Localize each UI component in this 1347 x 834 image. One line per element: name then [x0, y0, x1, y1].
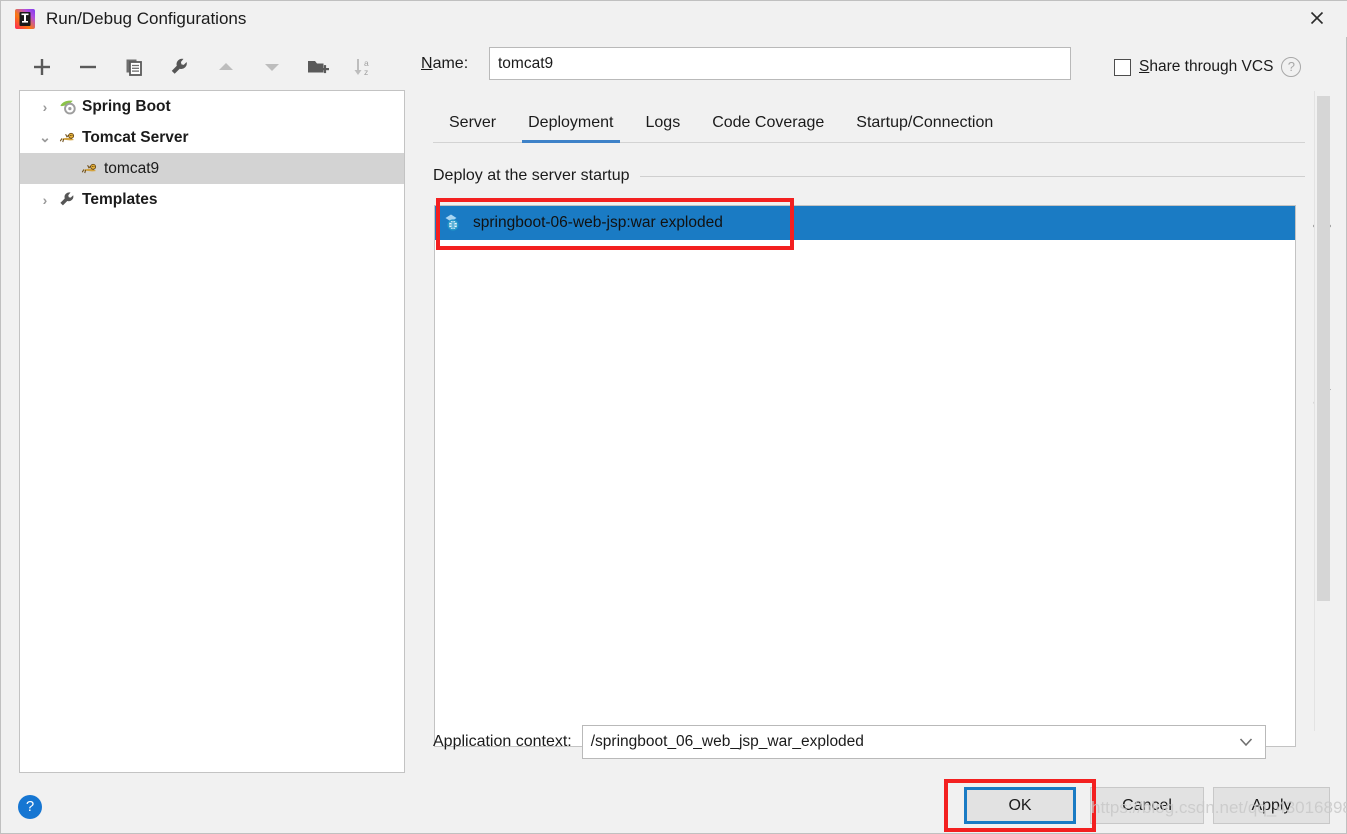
- tab-label: Startup/Connection: [856, 114, 994, 131]
- tree-node-spring-boot[interactable]: › Spring Boot: [20, 91, 404, 122]
- ok-button[interactable]: OK: [964, 787, 1076, 824]
- tab-logs[interactable]: Logs: [630, 114, 697, 142]
- share-through-vcs-label[interactable]: Share through VCS: [1139, 58, 1273, 76]
- tab-server[interactable]: Server: [433, 114, 512, 142]
- artifact-icon: [443, 212, 465, 234]
- chevron-down-icon[interactable]: ⌄: [34, 129, 56, 147]
- deploy-section-title: Deploy at the server startup: [433, 167, 630, 184]
- cancel-button-label: Cancel: [1122, 796, 1172, 814]
- apply-button[interactable]: Apply: [1213, 787, 1330, 824]
- ok-button-label: OK: [1008, 796, 1032, 814]
- list-item[interactable]: springboot-06-web-jsp:war exploded: [435, 206, 1295, 240]
- spring-boot-icon: [56, 97, 78, 117]
- tree-node-label: Spring Boot: [82, 97, 171, 115]
- name-label: Name:: [421, 55, 489, 73]
- configuration-editor-pane: Name: Server Deployment Logs Code Covera…: [421, 41, 1331, 771]
- tree-node-tomcat9[interactable]: tomcat9: [20, 153, 404, 184]
- tree-node-label: Tomcat Server: [82, 128, 189, 146]
- application-context-value: /springboot_06_web_jsp_war_exploded: [590, 733, 864, 750]
- tab-startup-connection[interactable]: Startup/Connection: [840, 114, 1009, 142]
- sort-alphabetically-button[interactable]: a z: [351, 54, 377, 80]
- application-context-combobox[interactable]: /springboot_06_web_jsp_war_exploded: [581, 725, 1266, 759]
- editor-pane-scrollbar[interactable]: [1314, 91, 1330, 731]
- add-configuration-button[interactable]: [29, 54, 55, 80]
- name-label-mnemonic: N: [421, 54, 433, 72]
- create-folder-button[interactable]: [305, 54, 331, 80]
- name-row: Name:: [421, 47, 1071, 80]
- share-through-vcs-row: Share through VCS ?: [1114, 54, 1347, 80]
- tab-label: Code Coverage: [712, 114, 825, 131]
- configuration-tabs: Server Deployment Logs Code Coverage Sta…: [433, 103, 1305, 143]
- name-label-rest: ame:: [432, 54, 469, 72]
- chevron-right-icon[interactable]: ›: [34, 98, 56, 116]
- intellij-idea-logo-icon: [13, 7, 37, 31]
- close-icon[interactable]: [1294, 1, 1340, 35]
- share-vcs-rest: hare through VCS: [1149, 58, 1274, 75]
- remove-configuration-button[interactable]: [75, 54, 101, 80]
- help-icon[interactable]: ?: [1281, 57, 1302, 77]
- chevron-right-icon[interactable]: ›: [34, 191, 56, 209]
- tomcat-icon: [56, 128, 78, 148]
- tomcat-icon: [78, 159, 100, 179]
- tab-label: Deployment: [528, 114, 614, 131]
- title-bar: Run/Debug Configurations: [1, 1, 1347, 37]
- tree-node-templates[interactable]: › Templates: [20, 184, 404, 215]
- cancel-button[interactable]: Cancel: [1090, 787, 1204, 824]
- apply-button-label: Apply: [1251, 796, 1292, 814]
- move-down-button[interactable]: [259, 54, 285, 80]
- application-context-label: Application context:: [433, 733, 572, 750]
- tree-node-label: tomcat9: [104, 159, 160, 177]
- share-through-vcs-checkbox[interactable]: [1114, 58, 1131, 76]
- tab-label: Logs: [645, 114, 681, 131]
- application-context-row: Application context: /springboot_06_web_…: [433, 725, 1266, 759]
- tree-node-tomcat-server[interactable]: ⌄ Tomcat Server: [20, 122, 404, 153]
- window-title: Run/Debug Configurations: [46, 9, 247, 28]
- scrollbar-thumb[interactable]: [1317, 96, 1330, 601]
- list-item-label: springboot-06-web-jsp:war exploded: [473, 214, 723, 231]
- dialog-help-button[interactable]: ?: [18, 795, 42, 819]
- wrench-icon: [56, 190, 78, 210]
- section-divider: [639, 175, 1305, 177]
- run-debug-configurations-dialog: Run/Debug Configurations a z › Spring Bo…: [0, 0, 1347, 834]
- edit-templates-button[interactable]: [167, 54, 193, 80]
- svg-text:z: z: [364, 67, 368, 77]
- tab-code-coverage[interactable]: Code Coverage: [696, 114, 840, 142]
- deploy-section-header: Deploy at the server startup: [433, 167, 1305, 185]
- copy-configuration-button[interactable]: [121, 54, 147, 80]
- deployment-artifacts-list[interactable]: springboot-06-web-jsp:war exploded: [434, 205, 1296, 747]
- move-up-button[interactable]: [213, 54, 239, 80]
- configurations-toolbar: a z: [19, 47, 419, 87]
- configurations-tree[interactable]: › Spring Boot ⌄ Tomcat Server tomcat9 › …: [19, 90, 405, 773]
- tab-deployment[interactable]: Deployment: [512, 114, 629, 143]
- share-vcs-mnemonic: S: [1139, 58, 1150, 75]
- chevron-down-icon[interactable]: [1239, 734, 1257, 750]
- tree-node-label: Templates: [82, 190, 158, 208]
- tab-label: Server: [449, 114, 497, 131]
- name-input[interactable]: [489, 47, 1071, 80]
